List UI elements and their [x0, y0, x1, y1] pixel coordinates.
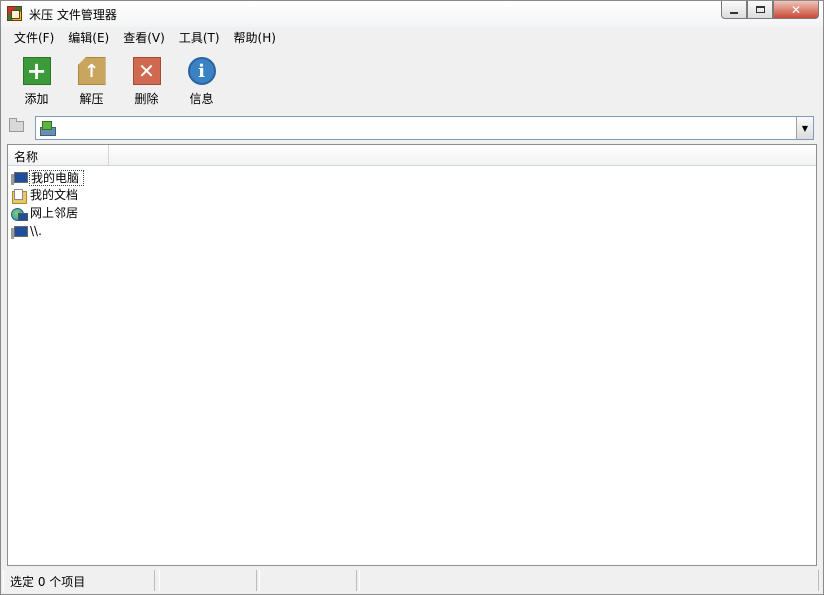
extract-icon: ↑ [77, 57, 106, 85]
list-header: 名称 [8, 145, 816, 166]
extract-button[interactable]: ↑ 解压 [64, 49, 119, 113]
delete-icon: ✕ [132, 57, 161, 85]
computer-icon [11, 171, 28, 186]
menu-file[interactable]: 文件(F) [7, 29, 61, 46]
status-cell-2 [159, 570, 257, 591]
computer-icon [11, 225, 28, 240]
drive-icon [40, 121, 56, 136]
minimize-button[interactable] [721, 1, 747, 19]
info-button[interactable]: i 信息 [174, 49, 229, 113]
list-item[interactable]: 我的文档 [8, 187, 816, 205]
list-item-label: 网上邻居 [30, 206, 79, 220]
menu-tools[interactable]: 工具(T) [172, 29, 227, 46]
list-item[interactable]: \\. [8, 223, 816, 241]
info-icon: i [187, 57, 216, 85]
add-button-label: 添加 [24, 92, 49, 106]
status-selection: 选定 0 个项目 [3, 570, 155, 591]
title-bar: 米压 文件管理器 ✕ [1, 1, 823, 27]
menu-edit[interactable]: 编辑(E) [61, 29, 116, 46]
maximize-icon [755, 6, 765, 13]
close-button[interactable]: ✕ [773, 1, 819, 19]
list-item-label: 我的文档 [30, 188, 79, 202]
app-window: 米压 文件管理器 ✕ 文件(F) 编辑(E) 查看(V) 工具(T) 帮助(H)… [0, 0, 824, 595]
list-rows: 我的电脑 我的文档 网上邻居 \\. [8, 169, 816, 241]
address-row: ▼ [1, 114, 823, 142]
status-bar: 选定 0 个项目 [1, 569, 823, 594]
list-item[interactable]: 我的电脑 [8, 169, 816, 187]
info-button-label: 信息 [189, 92, 214, 106]
delete-button[interactable]: ✕ 删除 [119, 49, 174, 113]
file-list[interactable]: 名称 我的电脑 我的文档 网上邻居 \\. [7, 144, 817, 566]
documents-folder-icon [11, 188, 27, 204]
column-header-name[interactable]: 名称 [8, 145, 109, 165]
status-cell-4 [359, 570, 819, 591]
app-logo-icon [7, 6, 22, 21]
add-button[interactable]: + 添加 [9, 49, 64, 113]
maximize-button[interactable] [747, 1, 773, 19]
menu-help[interactable]: 帮助(H) [227, 29, 283, 46]
status-cell-3 [259, 570, 357, 591]
menu-bar: 文件(F) 编辑(E) 查看(V) 工具(T) 帮助(H) [1, 28, 823, 47]
extract-button-label: 解压 [79, 92, 104, 106]
list-item-label: 我的电脑 [29, 170, 85, 186]
list-item-label: \\. [30, 224, 42, 238]
minimize-icon [730, 11, 738, 14]
list-item[interactable]: 网上邻居 [8, 205, 816, 223]
toolbar: + 添加 ↑ 解压 ✕ 删除 i 信息 [1, 49, 823, 113]
close-icon: ✕ [790, 2, 802, 17]
folder-up-icon[interactable] [9, 118, 24, 132]
window-title: 米压 文件管理器 [29, 8, 117, 22]
network-icon [11, 207, 28, 222]
window-controls: ✕ [721, 1, 819, 19]
menu-view[interactable]: 查看(V) [116, 29, 172, 46]
address-combobox[interactable]: ▼ [35, 116, 814, 140]
delete-button-label: 删除 [134, 92, 159, 106]
chevron-down-icon[interactable]: ▼ [796, 117, 813, 139]
add-icon: + [22, 57, 51, 85]
